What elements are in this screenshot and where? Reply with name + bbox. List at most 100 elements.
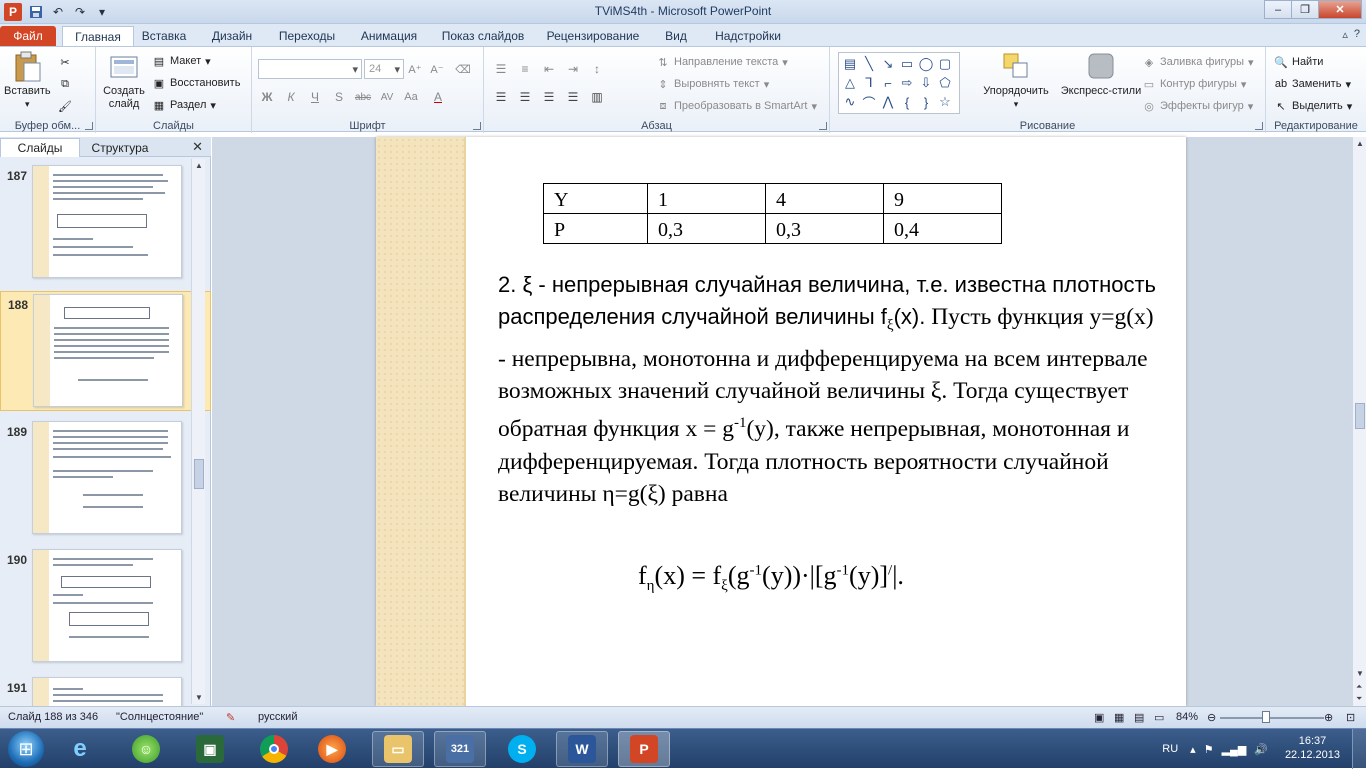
drawing-dialog-launcher-icon[interactable] [1255, 122, 1263, 130]
show-hidden-icons-icon[interactable]: ▴ [1190, 743, 1196, 756]
shape-fill-button[interactable]: ◈ Заливка фигуры ▾ [1142, 53, 1254, 71]
change-case-button[interactable]: Aa [400, 87, 422, 107]
clear-format-button[interactable]: ⌫ [455, 60, 471, 78]
replace-button[interactable]: ab Заменить ▾ [1274, 75, 1351, 93]
system-clock[interactable]: 16:37 22.12.2013 [1285, 734, 1340, 762]
align-right-button[interactable]: ☰ [538, 87, 560, 107]
elbow-shape-icon[interactable]: ⌐ [879, 74, 897, 92]
align-text-button[interactable]: ⇕ Выровнять текст ▾ [656, 75, 769, 93]
zoom-level[interactable]: 84% [1176, 711, 1198, 723]
align-left-button[interactable]: ☰ [490, 87, 512, 107]
font-size-combo[interactable]: 24 ▾ [364, 59, 404, 79]
slide-thumbnail-191[interactable]: 191 [0, 675, 211, 707]
format-painter-button[interactable]: 🖌 [58, 97, 72, 115]
tab-slideshow[interactable]: Показ слайдов [436, 26, 530, 46]
line-shape-icon[interactable]: ╲ [860, 55, 878, 73]
help-icon[interactable]: ? [1354, 28, 1360, 41]
reading-view-icon[interactable]: ▤ [1134, 711, 1144, 724]
grow-font-button[interactable]: A⁺ [408, 60, 422, 78]
underline-button[interactable]: Ч [304, 87, 326, 107]
slide-thumbnail-188[interactable]: 188 [0, 291, 211, 411]
textbox-shape-icon[interactable]: ▤ [841, 55, 859, 73]
slide-thumbnail-190[interactable]: 190 [0, 547, 211, 667]
brace-right-shape-icon[interactable]: } [917, 93, 935, 111]
align-center-button[interactable]: ☰ [514, 87, 536, 107]
start-button[interactable]: ⊞ [8, 731, 44, 767]
slide-thumbnail-189[interactable]: 189 [0, 419, 211, 539]
strikethrough-button[interactable]: abc [352, 87, 374, 107]
next-slide-icon[interactable]: ⏷ [1356, 694, 1362, 704]
char-spacing-button[interactable]: AV [376, 87, 398, 107]
font-dialog-launcher-icon[interactable] [473, 122, 481, 130]
layout-button[interactable]: ▤ Макет ▾ [152, 52, 211, 70]
numbering-button[interactable]: ≡ [514, 59, 536, 79]
minimize-ribbon-icon[interactable]: ▵ [1342, 28, 1348, 41]
triangle-shape-icon[interactable]: △ [841, 74, 859, 92]
text-direction-button[interactable]: ⇅ Направление текста ▾ [656, 53, 787, 71]
zoom-in-icon[interactable]: ⊕ [1324, 711, 1333, 724]
distribution-table[interactable]: Y 1 4 9 P 0,3 0,3 0,4 [543, 183, 1002, 244]
show-desktop-button[interactable] [1352, 729, 1366, 769]
paragraph-dialog-launcher-icon[interactable] [819, 122, 827, 130]
spell-check-icon[interactable]: ✎ [226, 711, 235, 724]
panel-scroll-thumb[interactable] [194, 459, 204, 489]
arrow-line-shape-icon[interactable]: ↘ [879, 55, 897, 73]
tab-transitions[interactable]: Переходы [272, 26, 342, 46]
shrink-font-button[interactable]: A⁻ [430, 60, 444, 78]
reset-button[interactable]: ▣ Восстановить [152, 74, 241, 92]
arc-shape-icon[interactable]: ⌒ [860, 93, 878, 111]
taskbar-chrome[interactable] [248, 731, 300, 767]
network-icon[interactable]: ▂▄▆ [1222, 743, 1247, 756]
tab-file[interactable]: Файл [0, 26, 56, 46]
editor-scroll-thumb[interactable] [1355, 403, 1365, 429]
right-arrow-shape-icon[interactable]: ⇨ [898, 74, 916, 92]
tab-animation[interactable]: Анимация [354, 26, 424, 46]
slide-sorter-icon[interactable]: ▦ [1114, 711, 1124, 724]
scroll-down-icon[interactable]: ▼ [195, 693, 203, 702]
slideshow-view-icon[interactable]: ▭ [1154, 711, 1164, 724]
current-slide[interactable]: Y 1 4 9 P 0,3 0,3 0,4 2. ξ - непрерывная… [376, 137, 1186, 706]
input-language[interactable]: RU [1162, 743, 1178, 755]
tab-addins[interactable]: Надстройки [708, 26, 788, 46]
slide-body-text[interactable]: 2. ξ - непрерывная случайная величина, т… [498, 269, 1158, 510]
paste-button[interactable]: Вставить ▾ [4, 51, 51, 111]
minimize-button[interactable]: – [1264, 0, 1292, 19]
font-family-combo[interactable]: ▾ [258, 59, 362, 79]
taskbar-totalcmd[interactable]: 321 [434, 731, 486, 767]
volume-icon[interactable]: 🔊 [1254, 743, 1268, 756]
slide-thumbnail-187[interactable]: 187 [0, 163, 211, 283]
brace-left-shape-icon[interactable]: { [898, 93, 916, 111]
scroll-up-icon[interactable]: ▲ [1356, 139, 1364, 148]
arrange-button[interactable]: Упорядочить ▾ [976, 51, 1056, 111]
dialog-launcher-icon[interactable] [85, 122, 93, 130]
down-arrow-shape-icon[interactable]: ⇩ [917, 74, 935, 92]
increase-indent-button[interactable]: ⇥ [562, 59, 584, 79]
taskbar-messenger[interactable]: ☺ [120, 731, 172, 767]
shape-outline-button[interactable]: ▭ Контур фигуры ▾ [1142, 75, 1247, 93]
taskbar-media-center[interactable]: ▣ [184, 731, 236, 767]
panel-scrollbar[interactable]: ▲ ▼ [191, 159, 205, 704]
decrease-indent-button[interactable]: ⇤ [538, 59, 560, 79]
freeform-shape-icon[interactable]: ⋀ [879, 93, 897, 111]
paste-dropdown-icon[interactable]: ▾ [25, 98, 30, 111]
new-slide-button[interactable]: Создать слайд [102, 51, 146, 111]
density-formula[interactable]: fη(x) = fξ(g-1(y))·|[g-1(y)]/|. [638, 561, 904, 595]
callout-shape-icon[interactable]: ⬠ [936, 74, 954, 92]
columns-button[interactable]: ▥ [586, 87, 608, 107]
taskbar-ie[interactable]: e [54, 731, 106, 767]
normal-view-icon[interactable]: ▣ [1094, 711, 1104, 724]
taskbar-media-player[interactable]: ▶ [306, 731, 358, 767]
connector-shape-icon[interactable]: ⅂ [860, 74, 878, 92]
rounded-rect-shape-icon[interactable]: ▢ [936, 55, 954, 73]
taskbar-word[interactable]: W [556, 731, 608, 767]
smartart-button[interactable]: ⧈ Преобразовать в SmartArt ▾ [656, 97, 817, 115]
zoom-slider[interactable] [1220, 717, 1324, 719]
fit-to-window-icon[interactable]: ⊡ [1346, 711, 1355, 724]
theme-name[interactable]: "Солнцестояние" [116, 711, 203, 723]
scroll-down-icon[interactable]: ▼ [1356, 669, 1364, 678]
tab-insert[interactable]: Вставка [136, 26, 192, 46]
shadow-button[interactable]: S [328, 87, 350, 107]
flag-icon[interactable]: ⚑ [1204, 743, 1214, 756]
bullets-button[interactable]: ☰ [490, 59, 512, 79]
previous-slide-icon[interactable]: ⏶ [1356, 682, 1362, 692]
